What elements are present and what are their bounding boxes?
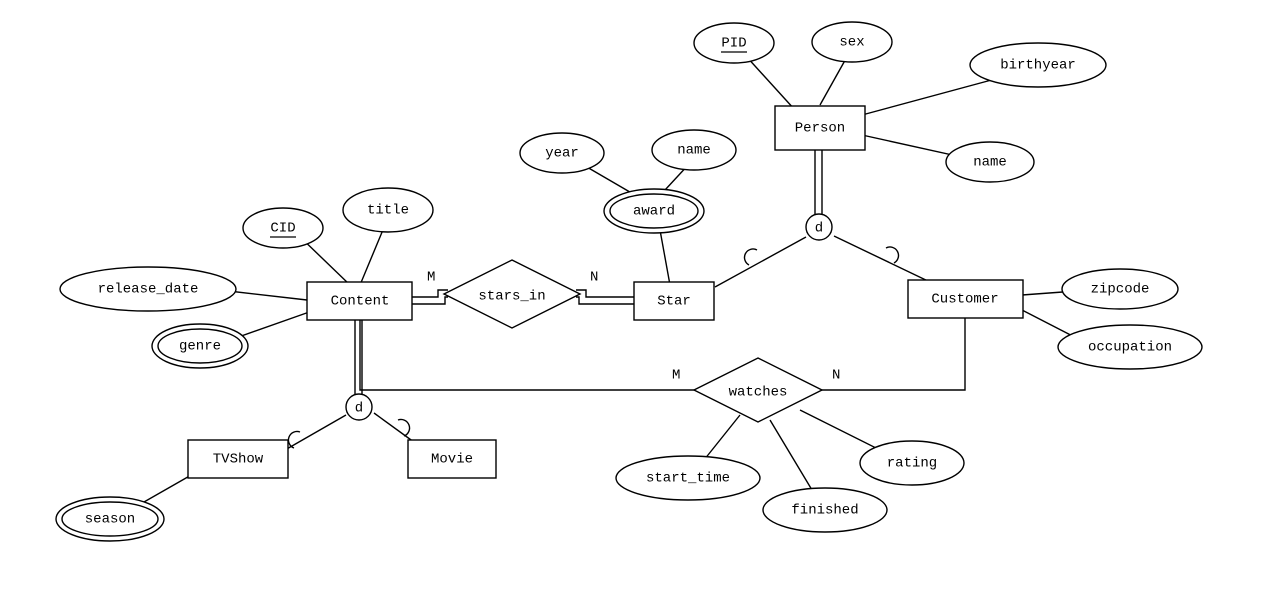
attr-start-time-label: start_time xyxy=(646,471,730,487)
attr-pid-label: PID xyxy=(721,36,746,52)
entity-star-label: Star xyxy=(657,294,691,310)
attr-zipcode-label: zipcode xyxy=(1091,282,1150,298)
entity-star: Star xyxy=(634,282,714,320)
attr-cid-label: CID xyxy=(270,221,295,237)
spec-person-label: d xyxy=(815,221,823,237)
relationship-stars-in: stars_in xyxy=(444,260,580,328)
attr-pid: PID xyxy=(694,23,774,63)
attr-year-label: year xyxy=(545,146,579,162)
entity-person-label: Person xyxy=(795,121,845,137)
specialization-content: d xyxy=(346,394,372,420)
attr-genre-label: genre xyxy=(179,339,221,355)
entity-tvshow: TVShow xyxy=(188,440,288,478)
attr-title: title xyxy=(343,188,433,232)
attr-birthyear-label: birthyear xyxy=(1000,58,1076,74)
attr-award-name-label: name xyxy=(677,143,711,159)
entity-customer-label: Customer xyxy=(931,292,998,308)
attr-season: season xyxy=(56,497,164,541)
attr-finished-label: finished xyxy=(791,503,858,519)
entity-content: Content xyxy=(307,282,412,320)
attr-finished: finished xyxy=(763,488,887,532)
attr-award-label: award xyxy=(633,204,675,220)
attr-season-label: season xyxy=(85,512,135,528)
stars-in-left-card: M xyxy=(427,270,435,286)
attr-rating: rating xyxy=(860,441,964,485)
attr-zipcode: zipcode xyxy=(1062,269,1178,309)
entity-movie: Movie xyxy=(408,440,496,478)
attr-occupation: occupation xyxy=(1058,325,1202,369)
relationship-stars-in-label: stars_in xyxy=(478,289,545,305)
spec-content-label: d xyxy=(355,401,363,417)
attr-person-name-label: name xyxy=(973,155,1007,171)
entity-content-label: Content xyxy=(331,294,390,310)
attr-award: award xyxy=(604,189,704,233)
attr-rating-label: rating xyxy=(887,456,937,472)
attr-person-name: name xyxy=(946,142,1034,182)
entity-tvshow-label: TVShow xyxy=(213,452,264,468)
stars-in-right-card: N xyxy=(590,270,598,286)
attr-sex-label: sex xyxy=(839,35,864,51)
attr-genre: genre xyxy=(152,324,248,368)
relationship-watches-label: watches xyxy=(729,385,788,401)
attr-award-name: name xyxy=(652,130,736,170)
attr-birthyear: birthyear xyxy=(970,43,1106,87)
watches-right-card: N xyxy=(832,368,840,384)
relationship-watches: watches xyxy=(694,358,822,422)
entity-customer: Customer xyxy=(908,280,1023,318)
er-diagram: Content Star Person Customer TVShow Movi… xyxy=(0,0,1272,592)
attr-release-date-label: release_date xyxy=(98,282,199,298)
attr-start-time: start_time xyxy=(616,456,760,500)
attr-title-label: title xyxy=(367,203,409,219)
entity-person: Person xyxy=(775,106,865,150)
entity-movie-label: Movie xyxy=(431,452,473,468)
specialization-person: d xyxy=(806,214,832,240)
attr-year: year xyxy=(520,133,604,173)
attr-release-date: release_date xyxy=(60,267,236,311)
attr-sex: sex xyxy=(812,22,892,62)
watches-left-card: M xyxy=(672,368,680,384)
attr-occupation-label: occupation xyxy=(1088,340,1172,356)
attr-cid: CID xyxy=(243,208,323,248)
